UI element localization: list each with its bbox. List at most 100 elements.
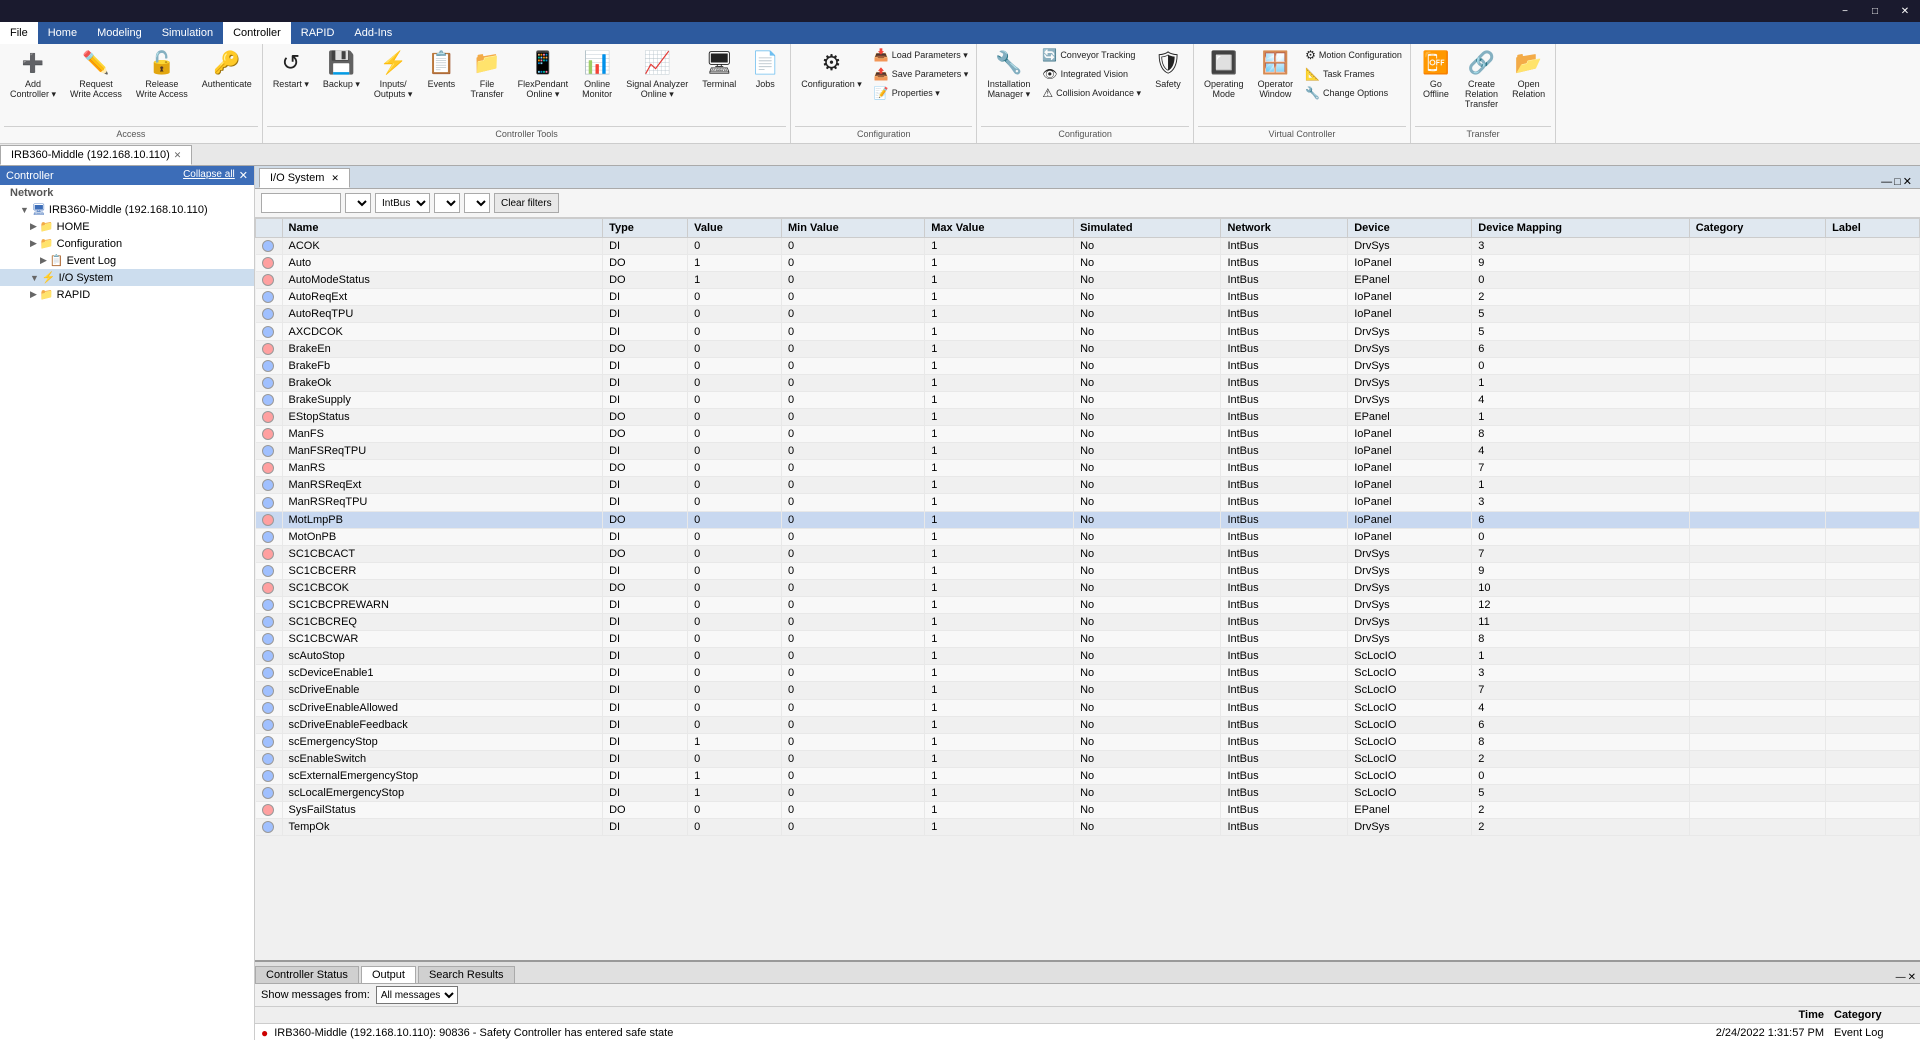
menu-home[interactable]: Home (38, 22, 87, 44)
configuration-button[interactable]: ⚙ Configuration ▾ (795, 46, 868, 93)
table-row[interactable]: scDriveEnable DI 0 0 1 No IntBus ScLocIO… (256, 682, 1920, 699)
table-row[interactable]: ManFSReqTPU DI 0 0 1 No IntBus IoPanel 4 (256, 443, 1920, 460)
tree-rapid[interactable]: ▶ 📁 RAPID (0, 286, 254, 303)
table-row[interactable]: scAutoStop DI 0 0 1 No IntBus ScLocIO 1 (256, 648, 1920, 665)
file-transfer-button[interactable]: 📁 FileTransfer (464, 46, 509, 102)
restore-panel-icon[interactable]: □ (1894, 176, 1901, 188)
online-monitor-button[interactable]: 📊 OnlineMonitor (576, 46, 618, 102)
terminal-button[interactable]: 🖥 Terminal (696, 46, 742, 92)
output-tab[interactable]: Output (361, 966, 416, 983)
table-row[interactable]: scDriveEnableFeedback DI 0 0 1 No IntBus… (256, 716, 1920, 733)
tree-configuration[interactable]: ▶ 📁 Configuration (0, 235, 254, 252)
table-row[interactable]: scEmergencyStop DI 1 0 1 No IntBus ScLoc… (256, 733, 1920, 750)
table-row[interactable]: scLocalEmergencyStop DI 1 0 1 No IntBus … (256, 785, 1920, 802)
maximize-button[interactable]: □ (1860, 0, 1890, 22)
main-tab[interactable]: IRB360-Middle (192.168.10.110) ✕ (0, 145, 192, 165)
table-row[interactable]: SC1CBCPREWARN DI 0 0 1 No IntBus DrvSys … (256, 596, 1920, 613)
operator-window-button[interactable]: 🪟 OperatorWindow (1252, 46, 1300, 102)
table-row[interactable]: BrakeSupply DI 0 0 1 No IntBus DrvSys 4 (256, 391, 1920, 408)
col-header-simulated[interactable]: Simulated (1074, 219, 1221, 238)
col-header-min[interactable]: Min Value (781, 219, 924, 238)
events-button[interactable]: 📋 Events (420, 46, 462, 92)
network-filter-select[interactable]: IntBus (375, 193, 430, 213)
menu-modeling[interactable]: Modeling (87, 22, 152, 44)
menu-rapid[interactable]: RAPID (291, 22, 345, 44)
task-frames-button[interactable]: 📐 Task Frames (1301, 65, 1406, 83)
col-header-type[interactable]: Type (603, 219, 688, 238)
integrated-vision-button[interactable]: 👁 Integrated Vision (1038, 65, 1145, 83)
table-row[interactable]: scExternalEmergencyStop DI 1 0 1 No IntB… (256, 767, 1920, 784)
col-header-category[interactable]: Category (1689, 219, 1825, 238)
message-filter-select[interactable]: All messages (376, 986, 458, 1004)
flexpendant-button[interactable]: 📱 FlexPendantOnline ▾ (512, 46, 575, 103)
col-header-label[interactable]: Label (1826, 219, 1920, 238)
table-row[interactable]: SC1CBCWAR DI 0 0 1 No IntBus DrvSys 8 (256, 631, 1920, 648)
restart-button[interactable]: ↺ Restart ▾ (267, 46, 315, 93)
table-row[interactable]: SC1CBCOK DO 0 0 1 No IntBus DrvSys 10 (256, 579, 1920, 596)
table-row[interactable]: AutoReqExt DI 0 0 1 No IntBus IoPanel 2 (256, 289, 1920, 306)
close-panel-icon[interactable]: ✕ (1903, 175, 1912, 188)
table-row[interactable]: BrakeOk DI 0 0 1 No IntBus DrvSys 1 (256, 374, 1920, 391)
col-header-name[interactable]: Name (282, 219, 603, 238)
type-filter-select[interactable] (345, 193, 371, 213)
conveyor-tracking-button[interactable]: 🔄 Conveyor Tracking (1038, 46, 1145, 64)
add-controller-button[interactable]: ➕ AddController ▾ (4, 46, 62, 103)
table-row[interactable]: ManRSReqExt DI 0 0 1 No IntBus IoPanel 1 (256, 477, 1920, 494)
release-write-button[interactable]: 🔓 ReleaseWrite Access (130, 46, 194, 102)
create-relation-button[interactable]: 🔗 CreateRelationTransfer (1459, 46, 1504, 112)
bottom-minimize-icon[interactable]: — (1896, 972, 1906, 983)
table-row[interactable]: EStopStatus DO 0 0 1 No IntBus EPanel 1 (256, 408, 1920, 425)
load-parameters-button[interactable]: 📥 Load Parameters ▾ (870, 46, 973, 64)
operating-mode-button[interactable]: 🔲 OperatingMode (1198, 46, 1250, 102)
table-row[interactable]: AutoReqTPU DI 0 0 1 No IntBus IoPanel 5 (256, 306, 1920, 323)
backup-button[interactable]: 💾 Backup ▾ (317, 46, 366, 93)
minimize-panel-icon[interactable]: — (1881, 176, 1892, 188)
table-row[interactable]: AutoModeStatus DO 1 0 1 No IntBus EPanel… (256, 272, 1920, 289)
col-header-network[interactable]: Network (1221, 219, 1348, 238)
table-row[interactable]: scDriveEnableAllowed DI 0 0 1 No IntBus … (256, 699, 1920, 716)
go-offline-button[interactable]: 📴 GoOffline (1415, 46, 1457, 102)
clear-filters-button[interactable]: Clear filters (494, 193, 559, 213)
collapse-all-link[interactable]: Collapse all (183, 169, 235, 182)
menu-simulation[interactable]: Simulation (152, 22, 223, 44)
category-filter-select[interactable] (464, 193, 490, 213)
tree-controller[interactable]: ▼ 🖥 IRB360-Middle (192.168.10.110) (0, 201, 254, 218)
table-row[interactable]: ACOK DI 0 0 1 No IntBus DrvSys 3 (256, 238, 1920, 255)
table-row[interactable]: ManRSReqTPU DI 0 0 1 No IntBus IoPanel 3 (256, 494, 1920, 511)
signal-analyzer-button[interactable]: 📈 Signal AnalyzerOnline ▾ (620, 46, 694, 103)
main-tab-close[interactable]: ✕ (174, 150, 182, 161)
table-row[interactable]: SC1CBCERR DI 0 0 1 No IntBus DrvSys 9 (256, 562, 1920, 579)
col-header-value[interactable]: Value (688, 219, 782, 238)
jobs-button[interactable]: 📄 Jobs (744, 46, 786, 92)
request-write-button[interactable]: ✏️ RequestWrite Access (64, 46, 128, 102)
tree-home[interactable]: ▶ 📁 HOME (0, 218, 254, 235)
inputs-outputs-button[interactable]: ⚡ Inputs/Outputs ▾ (368, 46, 419, 103)
io-system-tab[interactable]: I/O System ✕ (259, 168, 350, 188)
col-header-device[interactable]: Device (1348, 219, 1472, 238)
table-row[interactable]: MotLmpPB DO 0 0 1 No IntBus IoPanel 6 (256, 511, 1920, 528)
table-row[interactable]: ManFS DO 0 0 1 No IntBus IoPanel 8 (256, 426, 1920, 443)
safety-button[interactable]: 🛡 Safety (1147, 46, 1189, 92)
properties-button[interactable]: 📝 Properties ▾ (870, 84, 973, 102)
change-options-button[interactable]: 🔧 Change Options (1301, 84, 1406, 102)
col-header-mapping[interactable]: Device Mapping (1472, 219, 1689, 238)
table-row[interactable]: scDeviceEnable1 DI 0 0 1 No IntBus ScLoc… (256, 665, 1920, 682)
authenticate-button[interactable]: 🔑 Authenticate (196, 46, 258, 92)
table-row[interactable]: BrakeFb DI 0 0 1 No IntBus DrvSys 0 (256, 357, 1920, 374)
table-row[interactable]: SysFailStatus DO 0 0 1 No IntBus EPanel … (256, 802, 1920, 819)
table-row[interactable]: TempOk DI 0 0 1 No IntBus DrvSys 2 (256, 819, 1920, 836)
save-parameters-button[interactable]: 📤 Save Parameters ▾ (870, 65, 973, 83)
bottom-close-icon[interactable]: ✕ (1908, 972, 1916, 983)
tree-io-system[interactable]: ▼ ⚡ I/O System (0, 269, 254, 286)
menu-controller[interactable]: Controller (223, 22, 291, 44)
collision-avoidance-button[interactable]: ⚠ Collision Avoidance ▾ (1038, 84, 1145, 102)
device-filter-select[interactable] (434, 193, 460, 213)
panel-close-icon[interactable]: ✕ (239, 169, 248, 182)
table-row[interactable]: MotOnPB DI 0 0 1 No IntBus IoPanel 0 (256, 528, 1920, 545)
table-row[interactable]: ManRS DO 0 0 1 No IntBus IoPanel 7 (256, 460, 1920, 477)
name-filter-input[interactable] (261, 193, 341, 213)
menu-file[interactable]: File (0, 22, 38, 44)
motion-config-button[interactable]: ⚙ Motion Configuration (1301, 46, 1406, 64)
installation-manager-button[interactable]: 🔧 InstallationManager ▾ (981, 46, 1036, 103)
close-button[interactable]: ✕ (1890, 0, 1920, 22)
